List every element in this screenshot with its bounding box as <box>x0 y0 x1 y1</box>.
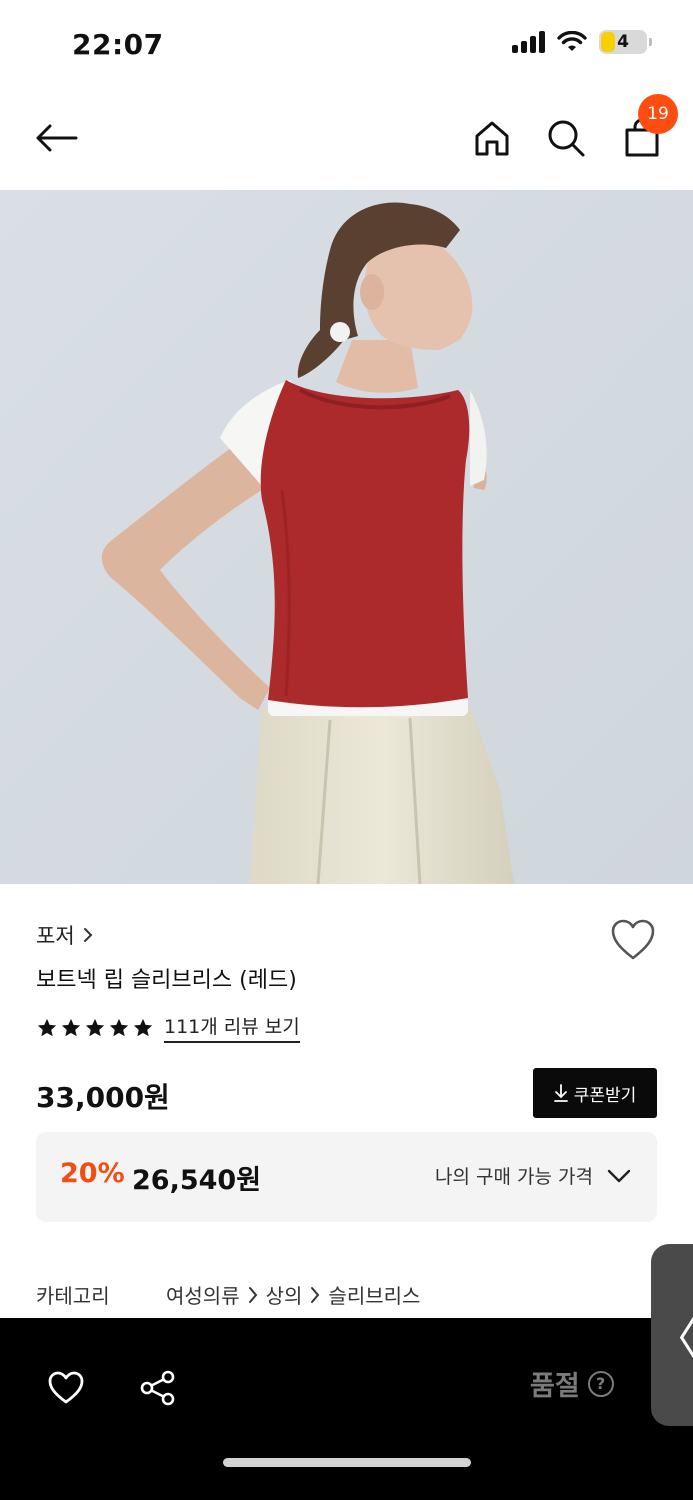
product-name: 보트넥 립 슬리브리스 (레드) <box>36 968 297 993</box>
my-price-toggle[interactable]: 나의 구매 가능 가격 <box>435 1162 631 1189</box>
heart-icon <box>48 1371 84 1404</box>
rating-stars <box>36 1017 154 1039</box>
chevron-down-icon <box>607 1169 631 1182</box>
cart-count-badge: 19 <box>638 94 678 134</box>
chevron-right-icon <box>248 1286 258 1304</box>
wishlist-button[interactable] <box>610 918 656 962</box>
sale-price: 26,540원 <box>132 1165 262 1196</box>
bottom-action-bar: 품절 ? <box>0 1318 693 1500</box>
rating-row: 111개 리뷰 보기 <box>36 1012 300 1043</box>
soldout-label: 품절 <box>530 1371 580 1402</box>
heart-icon <box>611 919 655 960</box>
soldout-status: 품절 ? <box>530 1364 614 1403</box>
chevron-right-icon <box>83 928 93 942</box>
my-price-label: 나의 구매 가능 가격 <box>435 1166 593 1188</box>
category-crumb-3[interactable]: 슬리브리스 <box>328 1280 420 1309</box>
coupon-label: 쿠폰받기 <box>573 1085 637 1106</box>
category-label: 카테고리 <box>36 1284 110 1308</box>
battery-icon: 4 <box>599 30 652 54</box>
home-button[interactable] <box>464 110 520 166</box>
category-crumb-2[interactable]: 상의 <box>266 1280 303 1309</box>
status-bar: 22:07 4 <box>0 0 693 90</box>
chevron-right-icon <box>310 1286 320 1304</box>
signal-icon <box>512 31 545 53</box>
share-icon <box>140 1370 175 1406</box>
my-price-box[interactable]: 20% 26,540원 나의 구매 가능 가격 <box>36 1132 657 1222</box>
bottom-wishlist-button[interactable] <box>36 1358 96 1418</box>
star-icon <box>109 1018 129 1036</box>
category-row: 카테고리 여성의류 상의 슬리브리스 <box>36 1280 420 1309</box>
wifi-icon <box>557 31 587 51</box>
back-arrow-icon <box>36 124 78 152</box>
header: 19 <box>0 90 693 190</box>
brand-name: 포저 <box>36 924 75 948</box>
help-icon[interactable]: ? <box>587 1370 614 1397</box>
status-time: 22:07 <box>72 28 164 61</box>
status-icons: 4 <box>512 30 652 54</box>
home-icon <box>475 121 509 156</box>
side-handle-chevron: 〈 <box>654 1303 693 1367</box>
search-icon <box>548 120 585 157</box>
coupon-button[interactable]: 쿠폰받기 <box>533 1068 657 1118</box>
share-button[interactable] <box>128 1358 188 1418</box>
original-price: 33,000원 <box>36 1081 170 1114</box>
product-image[interactable] <box>0 190 693 884</box>
star-icon <box>61 1018 81 1036</box>
search-button[interactable] <box>538 110 594 166</box>
star-icon <box>85 1018 105 1036</box>
category-crumb-1[interactable]: 여성의류 <box>166 1280 240 1309</box>
discount-rate: 20% <box>60 1158 125 1189</box>
battery-level: 4 <box>617 32 629 52</box>
product-photo-illustration <box>0 190 693 884</box>
side-panel-handle[interactable]: 〈 <box>651 1244 693 1426</box>
star-icon <box>37 1018 57 1036</box>
back-button[interactable] <box>28 110 84 166</box>
review-link[interactable]: 111개 리뷰 보기 <box>164 1012 300 1043</box>
download-icon <box>553 1084 568 1102</box>
star-icon <box>133 1018 153 1036</box>
home-indicator <box>223 1458 471 1467</box>
brand-link[interactable]: 포저 <box>36 920 93 950</box>
